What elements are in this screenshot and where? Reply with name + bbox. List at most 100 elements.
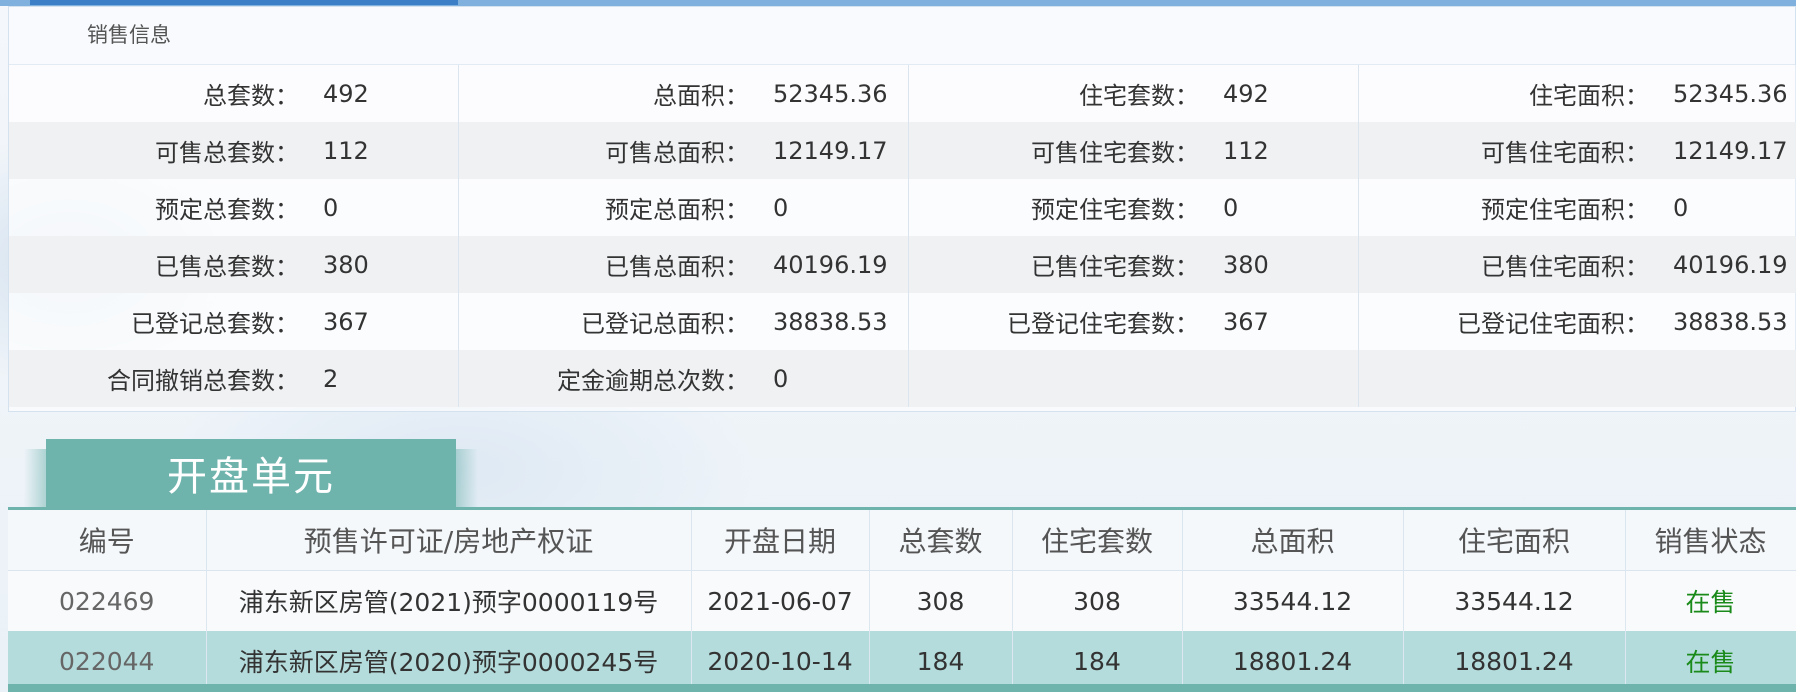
sales-value: 492 [1223,79,1269,108]
sales-value: 112 [1223,136,1269,165]
sales-cell: 合同撤销总套数： 2 [9,350,459,407]
sales-value: 0 [323,193,339,222]
sales-info-grid: 总套数： 492 总面积： 52345.36 住宅套数： 492 住宅面积： 52345… [9,65,1796,407]
sales-value: 367 [1223,307,1269,336]
sales-cell: 已售总面积： 40196.19 [459,236,909,293]
sales-label: 已售住宅套数： [1031,253,1199,281]
sales-label: 已登记总面积： [581,310,749,338]
sales-label: 预定住宅面积： [1481,196,1649,224]
sales-value: 38838.53 [1673,307,1788,336]
bottom-border [8,684,1796,692]
sales-label: 预定总套数： [155,196,299,224]
sales-cell: 已登记住宅套数： 367 [909,293,1359,350]
col-header-total-units: 总套数 [869,510,1013,571]
sales-value: 2 [323,364,339,393]
col-header-status: 销售状态 [1625,510,1796,571]
sales-label: 住宅面积： [1529,82,1649,110]
sales-label: 住宅套数： [1079,82,1199,110]
cell-total-area: 18801.24 [1182,631,1404,691]
sales-label: 可售住宅面积： [1481,139,1649,167]
sales-cell: 已售住宅面积： 40196.19 [1359,236,1796,293]
col-header-date: 开盘日期 [691,510,870,571]
sales-value: 40196.19 [1673,250,1788,279]
sales-value: 492 [323,79,369,108]
cell-code: 022044 [8,631,207,691]
sales-cell: 定金逾期总次数： 0 [459,350,909,407]
sales-label: 总套数： [203,82,299,110]
cell-total-units: 308 [869,570,1013,631]
cell-status: 在售 [1625,570,1796,631]
cell-date: 2021-06-07 [691,570,870,631]
sales-value: 367 [323,307,369,336]
table-row[interactable]: 022469 浦东新区房管(2021)预字0000119号 2021-06-07… [8,570,1796,631]
sales-value: 0 [1673,193,1689,222]
col-header-total-area: 总面积 [1182,510,1404,571]
cell-residential-units: 184 [1012,631,1183,691]
cell-residential-units: 308 [1012,570,1183,631]
sales-value: 380 [1223,250,1269,279]
sales-value: 52345.36 [773,79,888,108]
cell-residential-area: 18801.24 [1403,631,1626,691]
col-header-code: 编号 [8,510,207,571]
sales-label: 可售住宅套数： [1031,139,1199,167]
sales-label: 可售总面积： [605,139,749,167]
sales-cell: 住宅面积： 52345.36 [1359,65,1796,122]
sales-label: 定金逾期总次数： [557,367,749,395]
cell-permit-link[interactable]: 浦东新区房管(2021)预字0000119号 [206,570,692,631]
col-header-residential-area: 住宅面积 [1403,510,1626,571]
sales-cell: 已登记住宅面积： 38838.53 [1359,293,1796,350]
sales-cell: 可售住宅面积： 12149.17 [1359,122,1796,179]
sales-value: 112 [323,136,369,165]
sales-cell: 预定总面积： 0 [459,179,909,236]
col-header-permit: 预售许可证/房地产权证 [206,510,692,571]
sales-label: 已登记总套数： [131,310,299,338]
cell-date: 2020-10-14 [691,631,870,691]
col-header-residential-units: 住宅套数 [1012,510,1183,571]
sales-value: 38838.53 [773,307,888,336]
cell-status: 在售 [1625,631,1796,691]
sales-cell: 可售总面积： 12149.17 [459,122,909,179]
units-table: 编号 预售许可证/房地产权证 开盘日期 总套数 住宅套数 总面积 住宅面积 销售… [8,510,1796,691]
sales-label: 已售总面积： [605,253,749,281]
sales-cell: 已登记总套数： 367 [9,293,459,350]
sales-value: 40196.19 [773,250,888,279]
sales-value: 12149.17 [773,136,888,165]
table-header-row: 编号 预售许可证/房地产权证 开盘日期 总套数 住宅套数 总面积 住宅面积 销售… [8,510,1796,571]
sales-value: 0 [773,193,789,222]
sales-label: 可售总套数： [155,139,299,167]
sales-value: 0 [1223,193,1239,222]
sales-cell: 可售总套数： 112 [9,122,459,179]
sales-info-panel: 销售信息 总套数： 492 总面积： 52345.36 住宅套数： 492 住宅面积：… [8,6,1796,412]
sales-label: 总面积： [653,82,749,110]
sales-value: 52345.36 [1673,79,1788,108]
sales-cell: 已售住宅套数： 380 [909,236,1359,293]
sales-label: 预定住宅套数： [1031,196,1199,224]
sales-cell: 已登记总面积： 38838.53 [459,293,909,350]
sales-cell: 已售总套数： 380 [9,236,459,293]
sales-label: 合同撤销总套数： [107,367,299,395]
sales-cell: 预定住宅套数： 0 [909,179,1359,236]
cell-code: 022469 [8,570,207,631]
sales-value: 12149.17 [1673,136,1788,165]
cell-total-units: 184 [869,631,1013,691]
sales-cell: 预定总套数： 0 [9,179,459,236]
sales-label: 已登记住宅套数： [1007,310,1199,338]
sales-label: 已登记住宅面积： [1457,310,1649,338]
sales-cell: 总面积： 52345.36 [459,65,909,122]
sales-cell [1359,350,1796,407]
sales-cell [909,350,1359,407]
sales-cell: 住宅套数： 492 [909,65,1359,122]
sales-value: 380 [323,250,369,279]
sales-label: 已售总套数： [155,253,299,281]
sales-cell: 可售住宅套数： 112 [909,122,1359,179]
sales-cell: 总套数： 492 [9,65,459,122]
cell-residential-area: 33544.12 [1403,570,1626,631]
sales-cell: 预定住宅面积： 0 [1359,179,1796,236]
sales-value: 0 [773,364,789,393]
table-row[interactable]: 022044 浦东新区房管(2020)预字0000245号 2020-10-14… [8,631,1796,691]
sales-label: 已售住宅面积： [1481,253,1649,281]
cell-total-area: 33544.12 [1182,570,1404,631]
units-tab[interactable]: 开盘单元 [24,439,478,507]
sales-label: 预定总面积： [605,196,749,224]
cell-permit-link[interactable]: 浦东新区房管(2020)预字0000245号 [206,631,692,691]
